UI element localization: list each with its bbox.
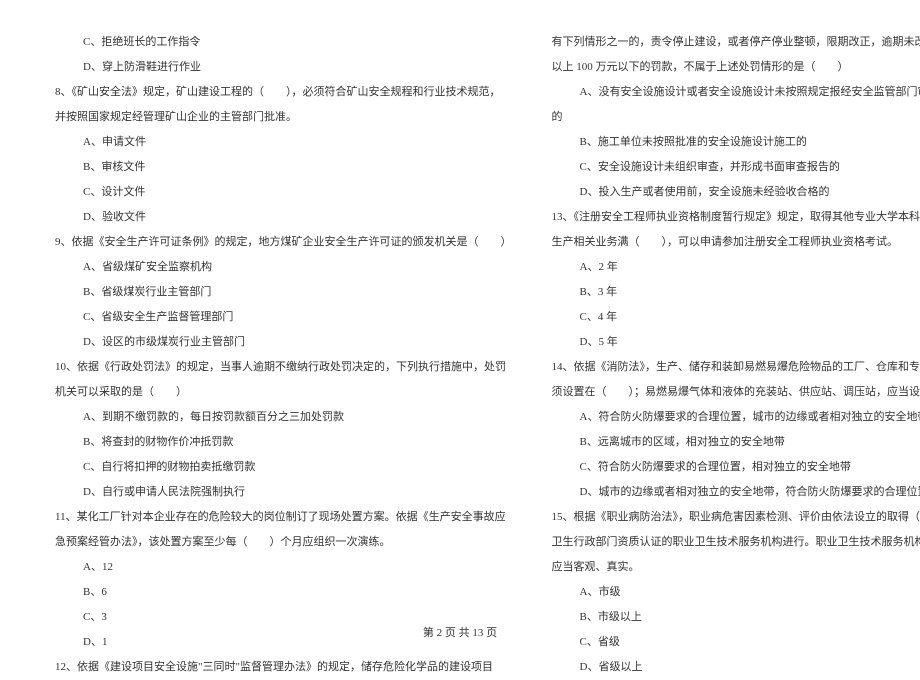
text-line: B、施工单位未按照批准的安全设施设计施工的 [552,130,920,155]
text-line: A、12 [55,555,512,580]
text-line: C、符合防火防爆要求的合理位置，相对独立的安全地带 [552,455,920,480]
text-line: C、安全设施设计未组织审查，并形成书面审查报告的 [552,155,920,180]
text-line: A、申请文件 [55,130,512,155]
text-line: 12、依据《建设项目安全设施"三同时"监督管理办法》的规定，储存危险化学品的建设… [55,655,512,680]
text-line: A、市级 [552,580,920,605]
text-line: C、拒绝班长的工作指令 [55,30,512,55]
page-container: C、拒绝班长的工作指令D、穿上防滑鞋进行作业8、《矿山安全法》规定，矿山建设工程… [0,0,920,650]
text-line: D、自行或申请人民法院强制执行 [55,480,512,505]
text-line: D、设区的市级煤炭行业主管部门 [55,330,512,355]
text-line: D、5 年 [552,330,920,355]
text-line: D、穿上防滑鞋进行作业 [55,55,512,80]
text-line: B、省级煤炭行业主管部门 [55,280,512,305]
text-line: D、投入生产或者使用前，安全设施未经验收合格的 [552,180,920,205]
right-column: 有下列情形之一的，责令停止建设，或者停产停业整顿，限期改正，逾期未改正的，处 5… [532,30,920,625]
text-line: A、到期不缴罚款的，每日按罚款额百分之三加处罚款 [55,405,512,430]
text-line: 11、某化工厂针对本企业存在的危险较大的岗位制订了现场处置方案。依据《生产安全事… [55,505,512,530]
text-line: C、4 年 [552,305,920,330]
text-line: A、没有安全设施设计或者安全设施设计未按照规定报经安全监管部门审查同意，擅自开工 [552,80,920,105]
text-line: 的 [552,105,920,130]
text-line: C、自行将扣押的财物拍卖抵缴罚款 [55,455,512,480]
text-line: C、设计文件 [55,180,512,205]
page-footer: 第 2 页 共 13 页 [0,624,920,640]
text-line: 9、依据《安全生产许可证条例》的规定，地方煤矿企业安全生产许可证的颁发机关是（ … [55,230,512,255]
text-line: 应当客观、真实。 [552,555,920,580]
text-line: 13、《注册安全工程师执业资格制度暂行规定》规定，取得其他专业大学本科学历，从事… [552,205,920,230]
text-line: B、6 [55,580,512,605]
text-line: 须设置在（ ）；易燃易爆气体和液体的充装站、供应站、调压站，应当设置在（ ） [552,380,920,405]
text-line: B、审核文件 [55,155,512,180]
text-line: 卫生行政部门资质认证的职业卫生技术服务机构进行。职业卫生技术服务机构所作检测、评… [552,530,920,555]
text-line: D、省级以上 [552,655,920,680]
left-column: C、拒绝班长的工作指令D、穿上防滑鞋进行作业8、《矿山安全法》规定，矿山建设工程… [40,30,532,625]
text-line: D、城市的边缘或者相对独立的安全地带，符合防火防爆要求的合理位置 [552,480,920,505]
text-line: 并按照国家规定经管理矿山企业的主管部门批准。 [55,105,512,130]
text-line: 机关可以采取的是（ ） [55,380,512,405]
text-line: 10、依据《行政处罚法》的规定，当事人逾期不缴纳行政处罚决定的，下列执行措施中，… [55,355,512,380]
text-line: 生产相关业务满（ ），可以申请参加注册安全工程师执业资格考试。 [552,230,920,255]
text-line: 15、根据《职业病防治法》，职业病危害因素检测、评价由依法设立的取得（ ）人民政… [552,505,920,530]
text-line: 以上 100 万元以下的罚款，不属于上述处罚情形的是（ ） [552,55,920,80]
text-line: 8、《矿山安全法》规定，矿山建设工程的（ ），必须符合矿山安全规程和行业技术规范… [55,80,512,105]
text-line: B、3 年 [552,280,920,305]
text-line: 急预案经管办法》，该处置方案至少每（ ）个月应组织一次演练。 [55,530,512,555]
text-line: C、省级安全生产监督管理部门 [55,305,512,330]
text-line: A、符合防火防爆要求的合理位置，城市的边缘或者相对独立的安全地带 [552,405,920,430]
text-line: A、省级煤矿安全监察机构 [55,255,512,280]
text-line: B、远离城市的区域，相对独立的安全地带 [552,430,920,455]
text-line: 14、依据《消防法》，生产、储存和装卸易燃易爆危险物品的工厂、仓库和专用车站、码… [552,355,920,380]
text-line: 有下列情形之一的，责令停止建设，或者停产停业整顿，限期改正，逾期未改正的，处 5… [552,30,920,55]
text-line: D、验收文件 [55,205,512,230]
text-line: B、将查封的财物作价冲抵罚款 [55,430,512,455]
text-line: A、2 年 [552,255,920,280]
